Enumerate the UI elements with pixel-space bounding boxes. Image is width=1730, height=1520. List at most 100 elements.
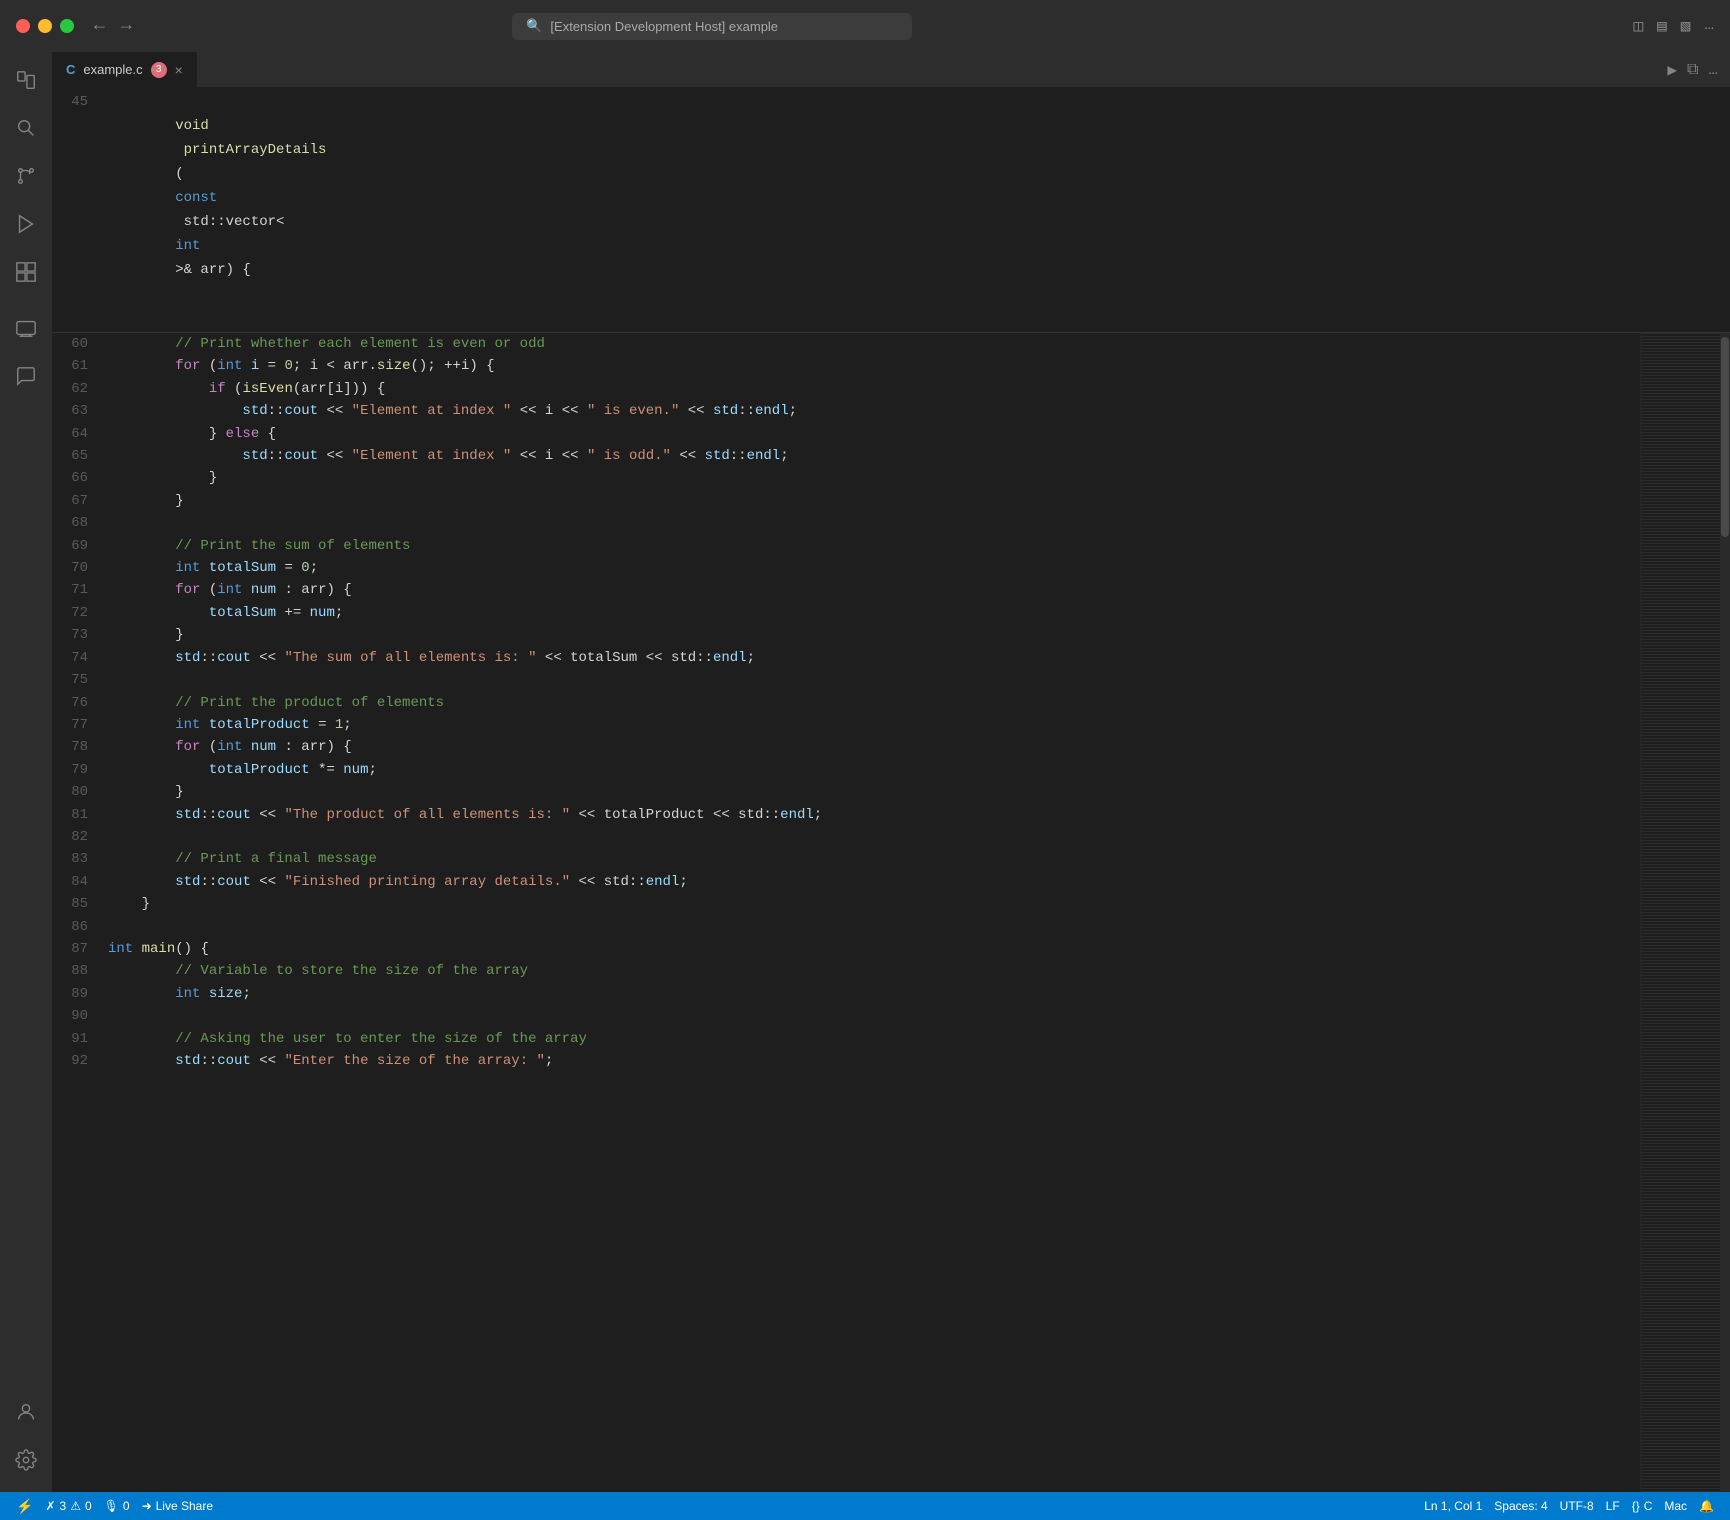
- app-body: C example.c 3 × ▶ ⧉ … 45 void printArray…: [0, 52, 1730, 1492]
- spaces-text: Spaces: 4: [1494, 1499, 1547, 1513]
- remote-icon: ⚡: [16, 1498, 33, 1515]
- command-palette[interactable]: 🔍 [Extension Development Host] example: [512, 13, 912, 40]
- tab-close-button[interactable]: ×: [175, 62, 183, 78]
- table-row: 60 // Print whether each element is even…: [52, 333, 1640, 355]
- code-area[interactable]: 60 // Print whether each element is even…: [52, 333, 1640, 1492]
- os-platform[interactable]: Mac: [1660, 1499, 1691, 1513]
- table-row: 61 for (int i = 0; i < arr.size(); ++i) …: [52, 355, 1640, 377]
- sticky-line-content: void printArrayDetails ( const std::vect…: [104, 90, 326, 330]
- warning-icon: ⚠: [70, 1499, 81, 1513]
- os-text: Mac: [1664, 1499, 1687, 1513]
- run-code-icon[interactable]: ▶: [1667, 60, 1677, 80]
- table-row: 68: [52, 512, 1640, 534]
- table-row: 85 }: [52, 893, 1640, 915]
- tab-bar: C example.c 3 × ▶ ⧉ …: [52, 52, 1730, 88]
- table-row: 69 // Print the sum of elements: [52, 535, 1640, 557]
- table-row: 92 std::cout << "Enter the size of the a…: [52, 1050, 1640, 1072]
- sidebar-item-search[interactable]: [6, 108, 46, 148]
- close-button[interactable]: [16, 19, 30, 33]
- table-row: 65 std::cout << "Element at index " << i…: [52, 445, 1640, 467]
- void-keyword: void: [175, 118, 209, 134]
- sidebar-item-chat[interactable]: [6, 356, 46, 396]
- table-row: 71 for (int num : arr) {: [52, 579, 1640, 601]
- table-row: 72 totalSum += num;: [52, 602, 1640, 624]
- scrollbar-thumb[interactable]: [1721, 337, 1729, 537]
- table-row: 77 int totalProduct = 1;: [52, 714, 1640, 736]
- table-row: 83 // Print a final message: [52, 848, 1640, 870]
- remote-status[interactable]: ⚡: [12, 1498, 37, 1515]
- sticky-scroll-line: 45 void printArrayDetails ( const std::v…: [52, 88, 1730, 333]
- minimize-button[interactable]: [38, 19, 52, 33]
- live-share-label: Live Share: [156, 1499, 213, 1513]
- c-file-icon: C: [66, 62, 75, 77]
- table-row: 74 std::cout << "The sum of all elements…: [52, 647, 1640, 669]
- errors-status[interactable]: ✗ 3 ⚠ 0: [41, 1499, 95, 1513]
- activity-bar: [0, 52, 52, 1492]
- line-ending[interactable]: LF: [1602, 1499, 1624, 1513]
- search-text: [Extension Development Host] example: [550, 19, 778, 34]
- tab-filename: example.c: [83, 62, 142, 77]
- table-row: 62 if (isEven(arr[i])) {: [52, 378, 1640, 400]
- table-row: 73 }: [52, 624, 1640, 646]
- cursor-position[interactable]: Ln 1, Col 1: [1420, 1499, 1486, 1513]
- table-row: 79 totalProduct *= num;: [52, 759, 1640, 781]
- status-right: Ln 1, Col 1 Spaces: 4 UTF-8 LF {} C Mac …: [1420, 1499, 1718, 1513]
- line-ending-text: LF: [1606, 1499, 1620, 1513]
- titlebar-actions: ◫ ▤ ▧ …: [1633, 16, 1714, 36]
- split-down-icon[interactable]: ⧉: [1687, 61, 1698, 79]
- table-row: 70 int totalSum = 0;: [52, 557, 1640, 579]
- toggle-panel-icon[interactable]: ▤: [1657, 16, 1667, 36]
- scrollbar[interactable]: [1720, 333, 1730, 1492]
- microphone-icon: 🎙: [104, 1499, 119, 1513]
- microphone-status[interactable]: 🎙 0: [100, 1499, 134, 1513]
- customize-layout-icon[interactable]: ▧: [1681, 16, 1691, 36]
- lines-container: 60 // Print whether each element is even…: [52, 333, 1640, 1072]
- table-row: 78 for (int num : arr) {: [52, 736, 1640, 758]
- language-text: {} C: [1632, 1499, 1653, 1513]
- position-text: Ln 1, Col 1: [1424, 1499, 1482, 1513]
- forward-button[interactable]: →: [117, 12, 136, 40]
- tab-example-c[interactable]: C example.c 3 ×: [52, 52, 198, 87]
- table-row: 63 std::cout << "Element at index " << i…: [52, 400, 1640, 422]
- table-row: 66 }: [52, 467, 1640, 489]
- split-editor-icon[interactable]: ◫: [1633, 16, 1643, 36]
- sidebar-item-run[interactable]: [6, 204, 46, 244]
- error-icon: ✗: [45, 1499, 55, 1513]
- table-row: 87int main() {: [52, 938, 1640, 960]
- notifications[interactable]: 🔔: [1695, 1499, 1718, 1513]
- table-row: 81 std::cout << "The product of all elem…: [52, 804, 1640, 826]
- table-row: 75: [52, 669, 1640, 691]
- language-mode[interactable]: {} C: [1628, 1499, 1657, 1513]
- tab-error-badge: 3: [151, 62, 167, 78]
- traffic-lights: [16, 19, 74, 33]
- sidebar-item-account[interactable]: [6, 1392, 46, 1432]
- encoding[interactable]: UTF-8: [1556, 1499, 1598, 1513]
- live-share-status[interactable]: ➜ Live Share: [138, 1499, 217, 1513]
- sidebar-item-source-control[interactable]: [6, 156, 46, 196]
- minimap-content: [1641, 333, 1720, 1492]
- back-button[interactable]: ←: [90, 12, 109, 40]
- error-count: 3: [60, 1499, 67, 1513]
- sidebar-item-remote[interactable]: [6, 308, 46, 348]
- table-row: 90: [52, 1005, 1640, 1027]
- table-row: 80 }: [52, 781, 1640, 803]
- table-row: 88 // Variable to store the size of the …: [52, 960, 1640, 982]
- search-icon: 🔍: [526, 19, 542, 34]
- nav-buttons: ← →: [90, 12, 136, 40]
- table-row: 89 int size;: [52, 983, 1640, 1005]
- table-row: 64 } else {: [52, 423, 1640, 445]
- more-actions-icon[interactable]: …: [1704, 16, 1714, 36]
- sidebar-item-files[interactable]: [6, 60, 46, 100]
- more-tab-actions-icon[interactable]: …: [1708, 61, 1718, 79]
- sidebar-item-extensions[interactable]: [6, 252, 46, 292]
- tab-bar-actions: ▶ ⧉ …: [1655, 52, 1730, 87]
- status-bar: ⚡ ✗ 3 ⚠ 0 🎙 0 ➜ Live Share Ln 1, Col 1 S…: [0, 1492, 1730, 1520]
- editor-wrapper: 60 // Print whether each element is even…: [52, 333, 1730, 1492]
- status-left: ⚡ ✗ 3 ⚠ 0 🎙 0 ➜ Live Share: [12, 1498, 217, 1515]
- maximize-button[interactable]: [60, 19, 74, 33]
- table-row: 67 }: [52, 490, 1640, 512]
- activity-bar-bottom: [6, 1392, 46, 1484]
- table-row: 91 // Asking the user to enter the size …: [52, 1028, 1640, 1050]
- sidebar-item-settings[interactable]: [6, 1440, 46, 1480]
- indentation[interactable]: Spaces: 4: [1490, 1499, 1551, 1513]
